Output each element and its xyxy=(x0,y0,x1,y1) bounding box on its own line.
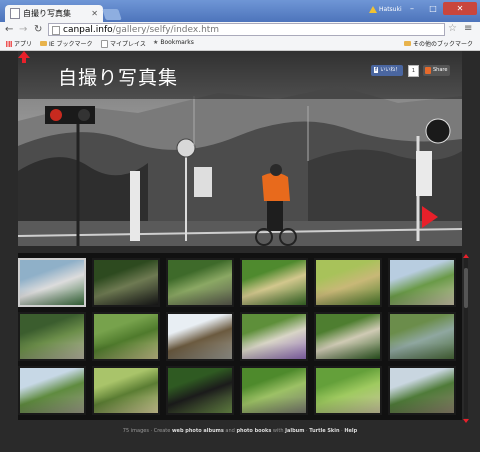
maximize-button[interactable]: □ xyxy=(423,2,443,15)
share-icon xyxy=(425,67,431,74)
warning-icon xyxy=(369,5,377,13)
like-count: 1 xyxy=(408,65,419,77)
gallery-thumb-09[interactable] xyxy=(166,312,234,361)
gallery-thumb-15[interactable] xyxy=(166,366,234,415)
close-tab-icon[interactable]: ✕ xyxy=(91,9,98,18)
photo-books-link[interactable]: photo books xyxy=(236,428,271,434)
share-button[interactable]: Share xyxy=(423,65,451,76)
gallery-thumb-04[interactable] xyxy=(240,258,308,307)
gallery-thumb-11[interactable] xyxy=(314,312,382,361)
chrome-menu-icon[interactable]: ≡ xyxy=(464,23,472,34)
close-window-button[interactable]: ✕ xyxy=(443,2,477,15)
scrollbar-thumb[interactable] xyxy=(464,268,468,308)
footer-and-text: and xyxy=(225,428,235,434)
main-photo[interactable]: 自撮り写真集 f いいね！ 1 Share xyxy=(18,51,462,246)
gallery-thumb-14[interactable] xyxy=(92,366,160,415)
bookmarks-bar: アプリ IE ブックマーク マイプレイス ★ Bookmarks その他のブックマ… xyxy=(0,38,480,51)
facebook-like-button[interactable]: f いいね！ xyxy=(371,65,404,76)
bookmark-apps[interactable]: アプリ xyxy=(6,39,32,48)
gallery-thumb-12[interactable] xyxy=(388,312,456,361)
gallery-thumb-18[interactable] xyxy=(388,366,456,415)
gallery-thumb-02[interactable] xyxy=(92,258,160,307)
minimize-button[interactable]: – xyxy=(401,2,423,15)
scroll-down-arrow-icon[interactable] xyxy=(463,419,469,423)
jalbum-link[interactable]: Jalbum xyxy=(285,428,304,434)
tab-title: 自撮り写真集 xyxy=(23,9,71,18)
user-name: Hatsuki xyxy=(379,5,402,13)
gallery-thumb-10[interactable] xyxy=(240,312,308,361)
help-link[interactable]: Help xyxy=(344,428,357,434)
star-icon: ★ xyxy=(153,39,159,46)
bookmark-ie-folder[interactable]: IE ブックマーク xyxy=(40,39,92,48)
gallery-scrollbar[interactable] xyxy=(464,258,468,418)
gallery-thumb-16[interactable] xyxy=(240,366,308,415)
bookmark-other[interactable]: その他のブックマーク xyxy=(404,39,473,48)
bookmark-bookmarks[interactable]: ★ Bookmarks xyxy=(153,39,194,46)
folder-icon xyxy=(404,41,411,46)
address-bar[interactable]: canpal.info/gallery/selfy/index.htm xyxy=(48,23,445,36)
image-count: 75 images xyxy=(122,428,149,434)
gallery-thumb-07[interactable] xyxy=(18,312,86,361)
back-arrow-icon[interactable]: ← xyxy=(5,24,13,36)
gallery-thumb-08[interactable] xyxy=(92,312,160,361)
folder-icon xyxy=(40,41,47,46)
forward-arrow-icon[interactable]: → xyxy=(19,24,27,36)
page-favicon-icon xyxy=(10,8,20,19)
apps-grid-icon xyxy=(6,40,12,47)
browser-title-bar: 自撮り写真集 ✕ Hatsuki – □ ✕ xyxy=(0,0,480,22)
gallery-thumb-01[interactable] xyxy=(18,258,86,307)
page-icon xyxy=(101,39,108,48)
page-icon xyxy=(52,26,60,35)
turtle-skin-link[interactable]: Turtle Skin xyxy=(309,428,339,434)
web-photo-albums-link[interactable]: web photo albums xyxy=(172,428,224,434)
gallery-thumb-05[interactable] xyxy=(314,258,382,307)
footer-create-text: Create xyxy=(153,428,171,434)
bookmark-myplace[interactable]: マイプレイス xyxy=(101,39,146,48)
gallery-thumb-03[interactable] xyxy=(166,258,234,307)
thumbnail-gallery xyxy=(18,253,462,420)
up-arrow-icon[interactable] xyxy=(18,51,30,63)
url-path: /gallery/selfy/index.htm xyxy=(112,25,220,35)
gallery-thumb-13[interactable] xyxy=(18,366,86,415)
bookmark-star-icon[interactable]: ☆ xyxy=(448,23,457,34)
gallery-thumb-06[interactable] xyxy=(388,258,456,307)
reload-icon[interactable]: ↻ xyxy=(34,24,42,36)
user-profile[interactable]: Hatsuki xyxy=(369,3,402,15)
browser-tab[interactable]: 自撮り写真集 ✕ xyxy=(5,5,103,22)
url-host: canpal.info xyxy=(63,25,113,35)
page-title: 自撮り写真集 xyxy=(58,67,179,89)
footer-with-text: with xyxy=(272,428,284,434)
new-tab-button[interactable] xyxy=(102,9,122,20)
next-arrow-icon[interactable] xyxy=(422,206,438,228)
page-footer: 75 images · Create web photo albums and … xyxy=(122,428,358,434)
gallery-thumb-17[interactable] xyxy=(314,366,382,415)
